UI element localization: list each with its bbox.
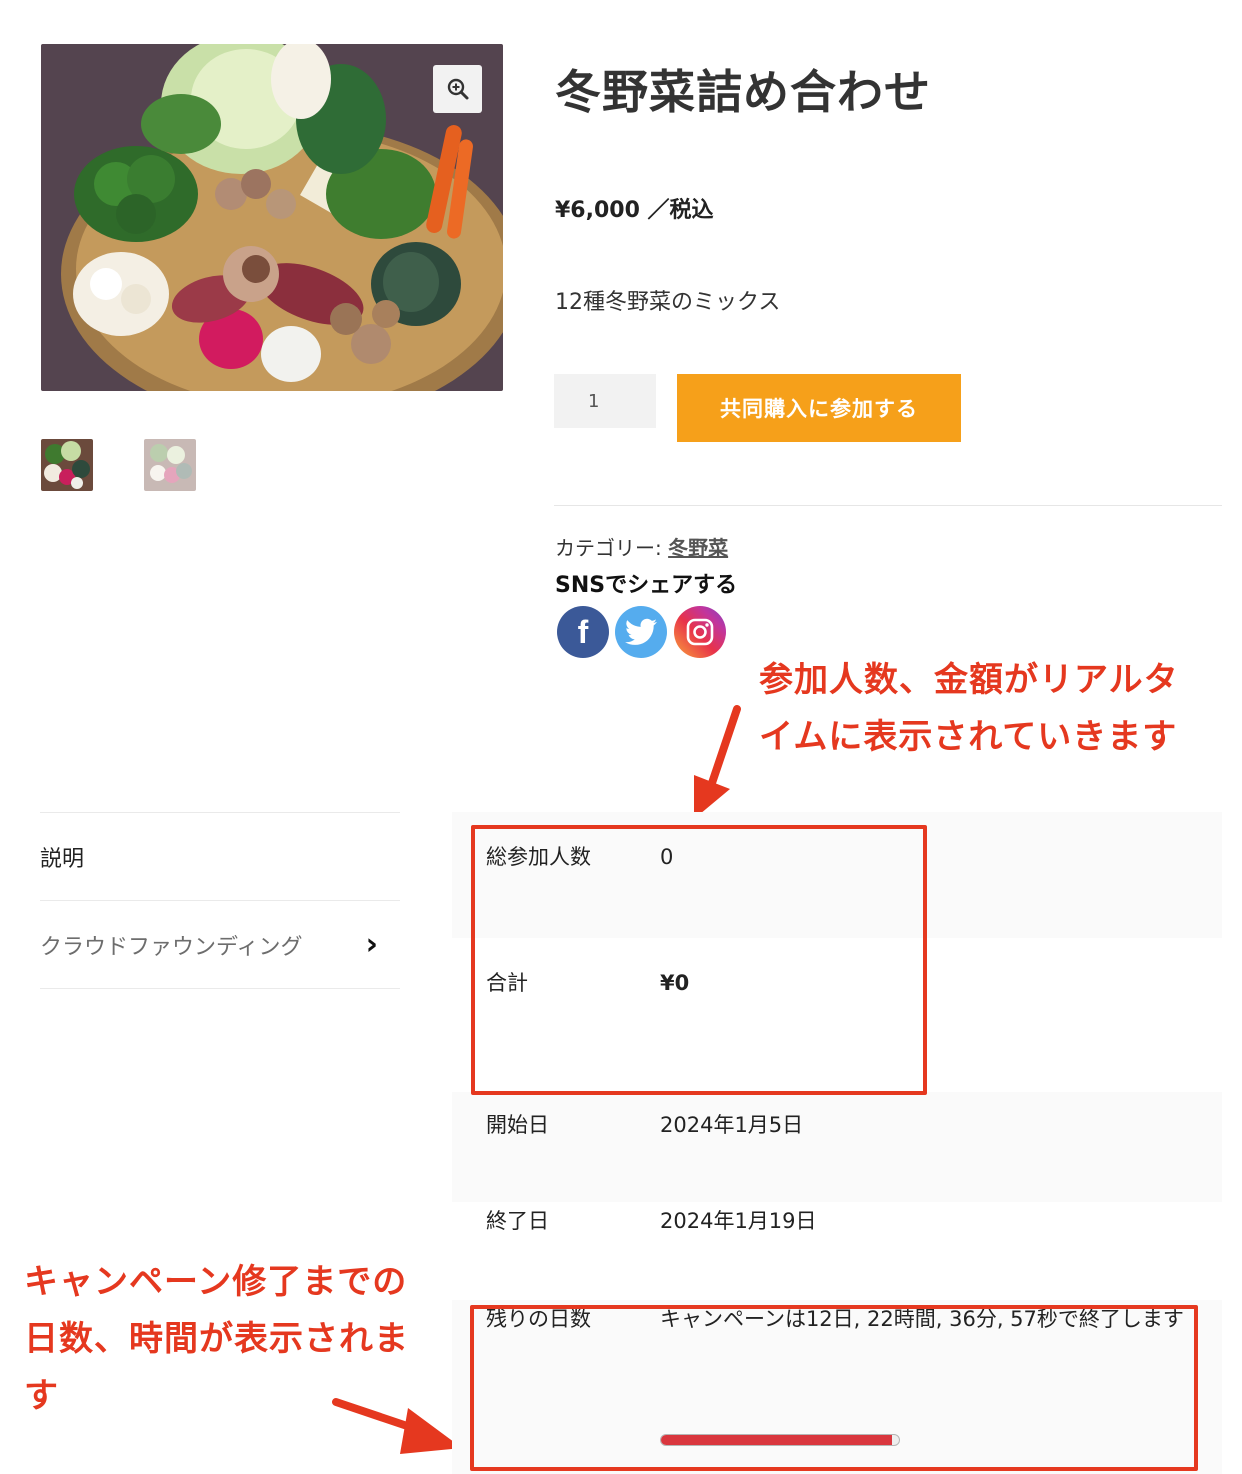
product-price: ¥6,000 ／税込 — [555, 198, 714, 223]
tab-description[interactable]: 説明 — [40, 813, 400, 900]
category-link[interactable]: 冬野菜 — [668, 536, 728, 560]
table-row-remaining: 残りの日数 キャンペーンは12日, 22時間, 36分, 57秒で終了します — [452, 1300, 1222, 1474]
facebook-icon[interactable]: f — [557, 606, 609, 658]
annotation-arrow-icon — [694, 705, 741, 819]
remaining-value: キャンペーンは12日, 22時間, 36分, 57秒で終了します — [660, 1307, 1184, 1331]
tab-label: 説明 — [40, 846, 85, 872]
total-value: ¥0 — [660, 971, 690, 995]
product-short-description: 12種冬野菜のミックス — [555, 290, 781, 315]
instagram-camera-glyph — [686, 618, 714, 646]
time-progress-bar — [660, 1434, 900, 1446]
time-progress-fill — [661, 1435, 892, 1445]
twitter-bird-glyph — [625, 618, 657, 645]
product-category: カテゴリー: 冬野菜 — [555, 532, 728, 561]
tab-label: クラウドファウンディング — [40, 934, 303, 960]
thumbnail-2[interactable] — [144, 439, 196, 491]
product-tabs: 説明 クラウドファウンディング › — [40, 812, 400, 989]
start-date-value: 2024年1月5日 — [660, 1113, 804, 1137]
chevron-right-icon: › — [365, 927, 378, 962]
end-date-label: 終了日 — [486, 1209, 549, 1233]
facebook-glyph: f — [577, 614, 589, 650]
tab-crowdfunding[interactable]: クラウドファウンディング › — [40, 901, 400, 988]
zoom-in-icon — [447, 78, 468, 100]
annotation-realtime: 参加人数、金額がリアルタイムに表示されていきます — [759, 660, 1179, 757]
divider — [40, 988, 400, 989]
table-row-end-date: 終了日 2024年1月19日 — [452, 1202, 1222, 1300]
thumbnail-1[interactable] — [41, 439, 93, 491]
crowdfunding-table: 総参加人数 0 合計 ¥0 開始日 2024年1月5日 終了日 2024年1月1… — [452, 812, 1222, 1474]
annotation-arrow-icon — [332, 1398, 462, 1454]
zoom-button[interactable] — [433, 65, 482, 113]
twitter-icon[interactable] — [615, 606, 667, 658]
remaining-label: 残りの日数 — [486, 1307, 591, 1331]
end-date-value: 2024年1月19日 — [660, 1209, 817, 1233]
divider — [554, 505, 1222, 506]
join-group-buy-button[interactable]: 共同購入に参加する — [677, 374, 961, 442]
instagram-icon[interactable] — [674, 606, 726, 658]
quantity-input[interactable] — [554, 374, 656, 428]
product-title: 冬野菜詰め合わせ — [555, 65, 931, 119]
thumbnail-image — [144, 439, 196, 491]
share-title: SNSでシェアする — [555, 573, 738, 598]
participants-label: 総参加人数 — [486, 845, 591, 869]
thumbnail-image — [41, 439, 93, 491]
participants-value: 0 — [660, 845, 674, 869]
category-label: カテゴリー: — [555, 536, 669, 560]
start-date-label: 開始日 — [486, 1113, 549, 1137]
table-row-participants: 総参加人数 0 — [452, 812, 1222, 938]
total-label: 合計 — [486, 971, 528, 995]
table-row-start-date: 開始日 2024年1月5日 — [452, 1092, 1222, 1202]
table-row-total: 合計 ¥0 — [452, 938, 1222, 1196]
